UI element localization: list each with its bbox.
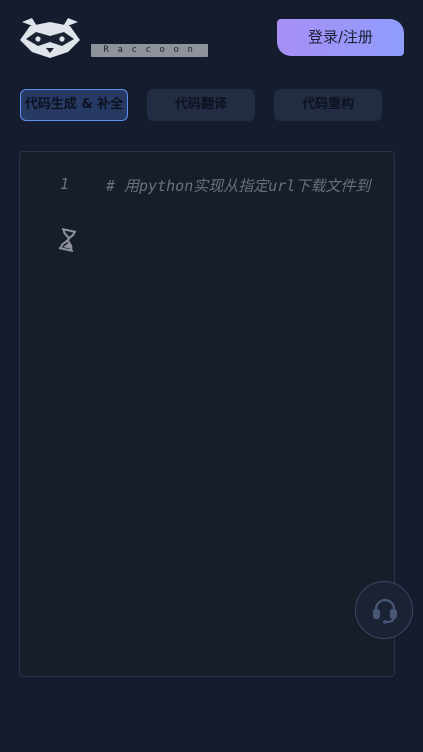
raccoon-logo-icon xyxy=(20,18,80,58)
customer-support-button[interactable] xyxy=(355,581,413,639)
code-line[interactable]: # 用python实现从指定url下载文件到 xyxy=(106,175,394,196)
headset-icon xyxy=(372,598,398,624)
hourglass-icon xyxy=(58,228,77,252)
code-editor[interactable]: 1 # 用python实现从指定url下载文件到 xyxy=(19,151,395,677)
page: Raccoon 登录/注册 代码生成 & 补全 代码翻译 代码重构 1 # 用p… xyxy=(0,0,423,752)
tab-code-refactor[interactable]: 代码重构 xyxy=(274,89,382,121)
brand-name: Raccoon xyxy=(91,44,208,57)
tab-code-translation[interactable]: 代码翻译 xyxy=(147,89,255,121)
login-register-button[interactable]: 登录/注册 xyxy=(277,19,404,56)
line-number: 1 xyxy=(60,175,70,193)
tab-code-generation[interactable]: 代码生成 & 补全 xyxy=(20,89,128,121)
